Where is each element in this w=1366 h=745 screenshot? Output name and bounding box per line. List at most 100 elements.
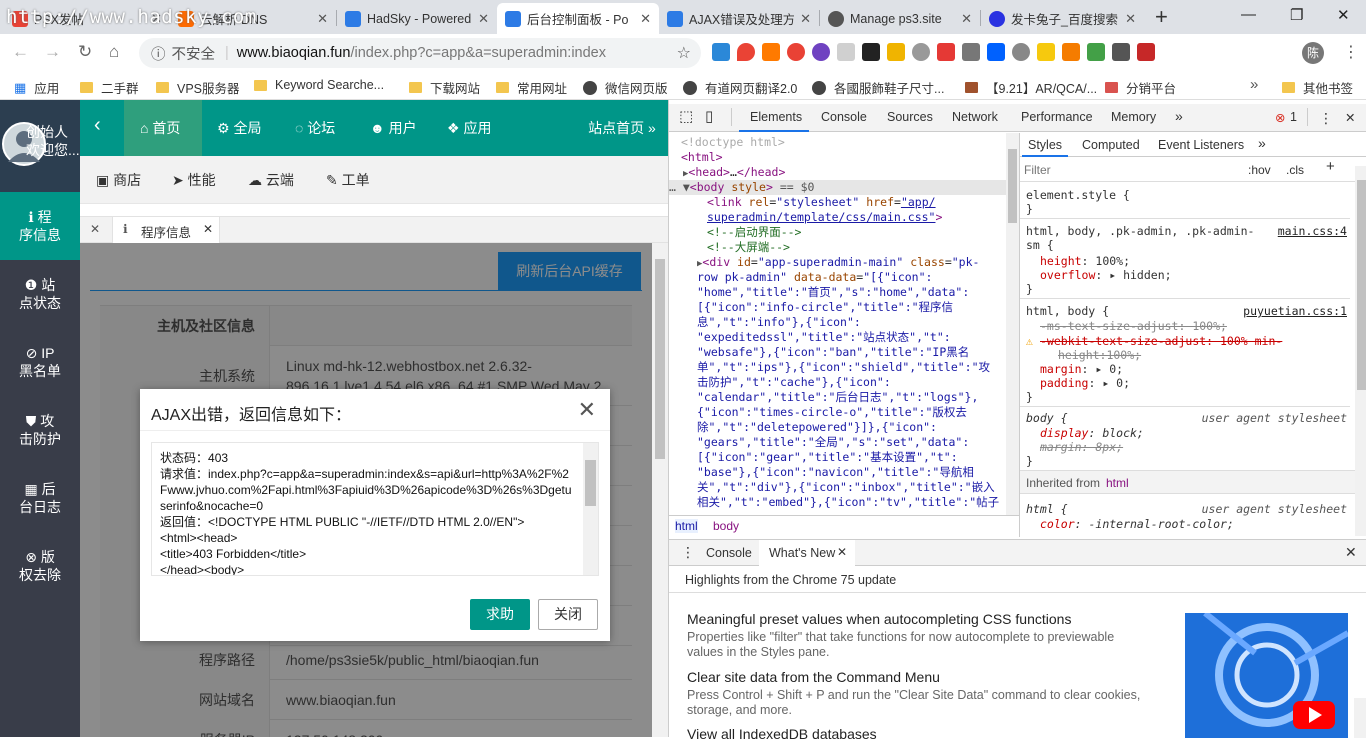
collapse-chevron-icon[interactable]: ‹	[94, 114, 101, 137]
bookmark-star-icon[interactable]: ☆	[677, 43, 691, 63]
extension-icon[interactable]	[1137, 43, 1155, 61]
tab-computed[interactable]: Computed	[1082, 138, 1140, 152]
extension-icon[interactable]	[712, 43, 730, 61]
browser-tab[interactable]: Manage ps3.site ✕	[820, 3, 980, 34]
extension-icon[interactable]	[737, 43, 755, 61]
close-icon[interactable]: ✕	[961, 11, 972, 27]
nav-apps[interactable]: ❖ 应用	[447, 118, 491, 138]
hov-toggle[interactable]: :hov	[1248, 163, 1271, 177]
more-bookmarks-icon[interactable]: »	[1250, 76, 1258, 93]
reload-icon[interactable]: ↻	[78, 42, 92, 62]
subnav-perf[interactable]: ➤ 性能	[172, 170, 216, 190]
extension-icon[interactable]	[862, 43, 880, 61]
extension-icon[interactable]	[937, 43, 955, 61]
bookmark-item[interactable]: 二手群	[80, 78, 139, 97]
device-toolbar-icon[interactable]: ▯	[705, 107, 713, 125]
sidebar-item-info[interactable]: ℹ 程 序信息	[0, 192, 80, 260]
tab-network[interactable]: Network	[952, 110, 998, 124]
tab-event-listeners[interactable]: Event Listeners	[1158, 138, 1244, 152]
crumb-body[interactable]: body	[713, 519, 739, 533]
extension-icon[interactable]	[1062, 43, 1080, 61]
bookmark-item[interactable]: VPS服务器	[156, 78, 240, 97]
menu-dots-icon[interactable]: ⋮	[1343, 42, 1359, 62]
close-icon[interactable]: ✕	[837, 545, 847, 559]
back-arrow-icon[interactable]: ←	[12, 42, 29, 62]
nav-global[interactable]: ⚙ 全局	[217, 118, 261, 138]
whats-new-item[interactable]: View all IndexedDB databases	[687, 726, 1147, 745]
info-icon[interactable]: ⓘ	[151, 43, 166, 64]
minimize-icon[interactable]: —	[1241, 6, 1256, 23]
crumb-html[interactable]: html	[675, 519, 698, 533]
close-drawer-icon[interactable]: ✕	[1345, 544, 1357, 561]
nav-home[interactable]: ⌂ 首页	[124, 100, 202, 156]
sidebar-item-cache[interactable]: ⛊ 攻 击防护	[0, 396, 80, 464]
window-close-icon[interactable]: ✕	[1337, 6, 1350, 24]
tab-performance[interactable]: Performance	[1021, 110, 1093, 124]
error-icon[interactable]: ⊗	[1275, 110, 1285, 125]
close-icon[interactable]: ✕	[203, 222, 213, 236]
subnav-cloud[interactable]: ☁ 云端	[248, 170, 294, 190]
inspect-icon[interactable]: ⬚	[679, 107, 693, 125]
extension-icon[interactable]	[1037, 43, 1055, 61]
sidebar-item-ips[interactable]: ⊘ IP 黑名单	[0, 328, 80, 396]
home-icon[interactable]: ⌂	[109, 42, 119, 62]
page-tab-info[interactable]: ℹ 程序信息 ✕	[112, 217, 220, 243]
tab-console[interactable]: Console	[821, 110, 867, 124]
close-devtools-icon[interactable]: ✕	[1345, 110, 1355, 125]
styles-filter-input[interactable]	[1024, 161, 1236, 179]
whats-new-item[interactable]: Clear site data from the Command Menu Pr…	[687, 669, 1147, 718]
bookmark-item[interactable]: Keyword Searche...	[254, 78, 384, 92]
page-scrollbar[interactable]	[652, 243, 668, 737]
extension-icon[interactable]	[1112, 43, 1130, 61]
tab-sources[interactable]: Sources	[887, 110, 933, 124]
bookmark-item[interactable]: 下载网站	[409, 78, 480, 97]
maximize-icon[interactable]: ❐	[1290, 6, 1303, 24]
more-tabs-icon[interactable]: »	[1175, 108, 1183, 124]
sidebar-item-websafe[interactable]: ❶ 站 点状态	[0, 260, 80, 328]
profile-avatar[interactable]: 陈	[1302, 42, 1324, 64]
sidebar-item-deletepowered[interactable]: ⊗ 版 权去除	[0, 532, 80, 600]
bookmark-item[interactable]: 微信网页版	[583, 78, 668, 97]
forward-arrow-icon[interactable]: →	[44, 42, 61, 62]
new-rule-icon[interactable]: +	[1326, 159, 1335, 174]
nav-user[interactable]: ☻ 用户	[370, 118, 417, 138]
bookmark-item[interactable]: 各國服飾鞋子尺寸...	[812, 78, 944, 97]
close-icon[interactable]: ✕	[640, 11, 651, 27]
nav-forum[interactable]: ◌ 论坛	[295, 118, 335, 138]
video-thumbnail[interactable]	[1185, 610, 1350, 738]
extension-icon[interactable]	[887, 43, 905, 61]
extension-icon[interactable]	[837, 43, 855, 61]
error-message-box[interactable]: 状态码：403 请求值：index.php?c=app&a=superadmin…	[151, 442, 599, 576]
tab-memory[interactable]: Memory	[1111, 110, 1156, 124]
help-button[interactable]: 求助	[470, 599, 530, 630]
site-home-link[interactable]: 站点首页 »	[576, 100, 668, 154]
new-tab-button[interactable]: +	[1155, 4, 1168, 30]
extension-icon[interactable]	[787, 43, 805, 61]
bookmark-item[interactable]: 有道网页翻译2.0	[683, 78, 797, 97]
sidebar-item-logs[interactable]: ▦ 后 台日志	[0, 464, 80, 532]
close-icon[interactable]: ✕	[317, 11, 328, 27]
close-icon[interactable]: ✕	[800, 11, 811, 27]
bookmark-item[interactable]: 【9.21】AR/QCA/...	[965, 78, 1097, 97]
close-button[interactable]: 关闭	[538, 599, 598, 630]
bookmark-item[interactable]: 其他书签	[1282, 78, 1353, 97]
bookmark-item[interactable]: 常用网址	[496, 78, 567, 97]
drawer-menu-icon[interactable]: ⋮	[681, 544, 695, 561]
browser-tab-active[interactable]: 后台控制面板 - Po ✕	[497, 3, 659, 34]
more-tabs-icon[interactable]: »	[1258, 136, 1266, 150]
subnav-shop[interactable]: ▣ 商店	[96, 170, 141, 190]
address-bar[interactable]: ⓘ 不安全 | www.biaoqian.fun /index.php?c=ap…	[139, 38, 701, 68]
drawer-tab-console[interactable]: Console	[706, 546, 752, 560]
extension-icon[interactable]	[962, 43, 980, 61]
whats-new-item[interactable]: Meaningful preset values when autocomple…	[687, 611, 1147, 660]
browser-tab[interactable]: AJAX错误及处理方 ✕	[659, 3, 819, 34]
tab-elements[interactable]: Elements	[750, 110, 802, 124]
close-icon[interactable]: ✕	[478, 11, 489, 27]
settings-dots-icon[interactable]: ⋮	[1319, 110, 1333, 127]
browser-tab[interactable]: HadSky - Powered ✕	[337, 3, 497, 34]
close-icon[interactable]: ✕	[1125, 11, 1136, 27]
browser-tab[interactable]: 发卡兔子_百度搜索 ✕	[981, 3, 1144, 34]
bookmark-apps[interactable]: ▦ 应用	[14, 78, 59, 97]
extension-icon[interactable]	[762, 43, 780, 61]
scrollbar-thumb[interactable]	[585, 460, 596, 506]
